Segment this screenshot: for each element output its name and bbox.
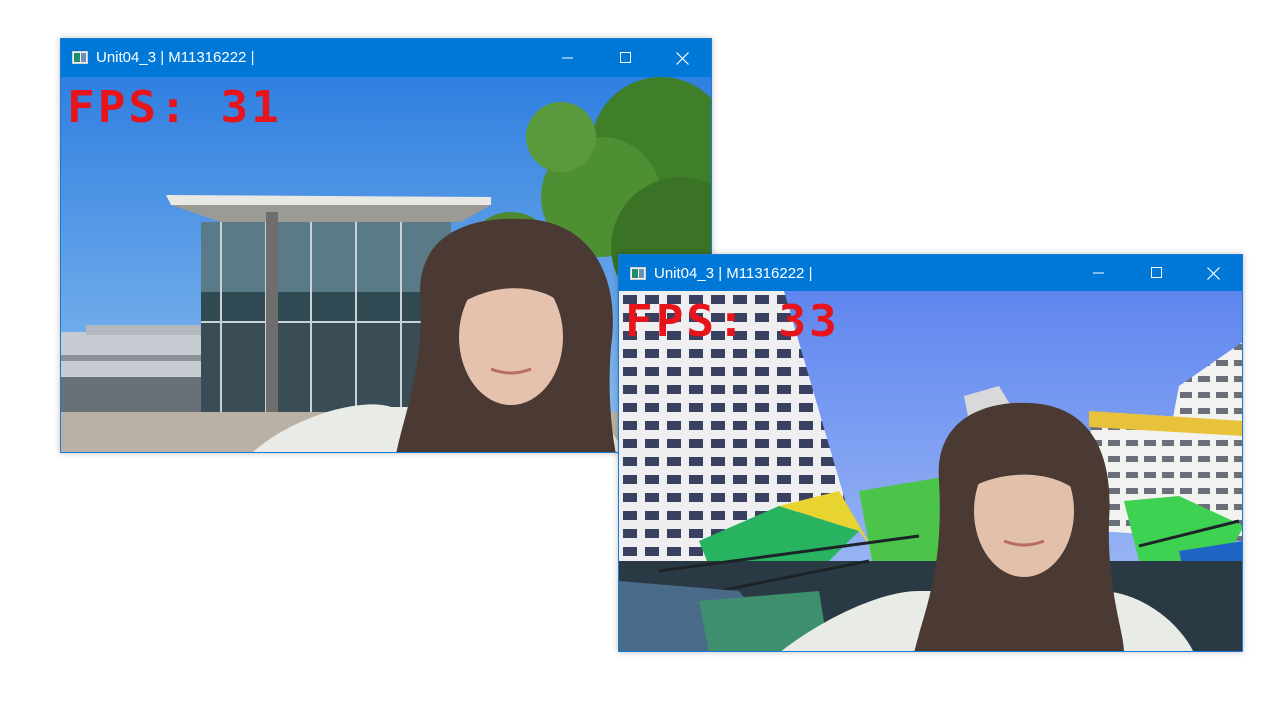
window-1-video-frame: FPS: 31 <box>61 77 711 452</box>
camera-window-2[interactable]: Unit04_3 | M11316222 | FPS: 33 <box>618 254 1243 652</box>
window-2-minimize-button[interactable] <box>1076 255 1122 291</box>
window-1-close-button[interactable] <box>659 39 705 77</box>
window-2-title: Unit04_3 | M11316222 | <box>654 265 813 282</box>
camera-window-1[interactable]: Unit04_3 | M11316222 | FPS: 31 <box>60 38 712 453</box>
maximize-icon <box>620 52 631 63</box>
minimize-icon <box>1093 272 1104 274</box>
fps-counter: FPS: 31 <box>67 81 282 133</box>
window-2-close-button[interactable] <box>1190 255 1236 291</box>
window-2-maximize-button[interactable] <box>1134 255 1180 291</box>
fps-counter: FPS: 33 <box>625 295 840 347</box>
window-1-maximize-button[interactable] <box>603 39 649 77</box>
maximize-icon <box>1151 267 1162 278</box>
window-1-minimize-button[interactable] <box>545 39 591 77</box>
building-background-image <box>61 77 711 452</box>
minimize-icon <box>562 57 573 59</box>
close-icon <box>1206 266 1220 280</box>
window-2-video-frame: FPS: 33 <box>619 291 1242 651</box>
window-1-title: Unit04_3 | M11316222 | <box>96 49 255 66</box>
app-icon <box>72 51 88 64</box>
app-icon <box>630 267 646 280</box>
close-icon <box>675 51 689 65</box>
window-1-titlebar[interactable]: Unit04_3 | M11316222 | <box>61 39 711 77</box>
window-2-titlebar[interactable]: Unit04_3 | M11316222 | <box>619 255 1242 291</box>
